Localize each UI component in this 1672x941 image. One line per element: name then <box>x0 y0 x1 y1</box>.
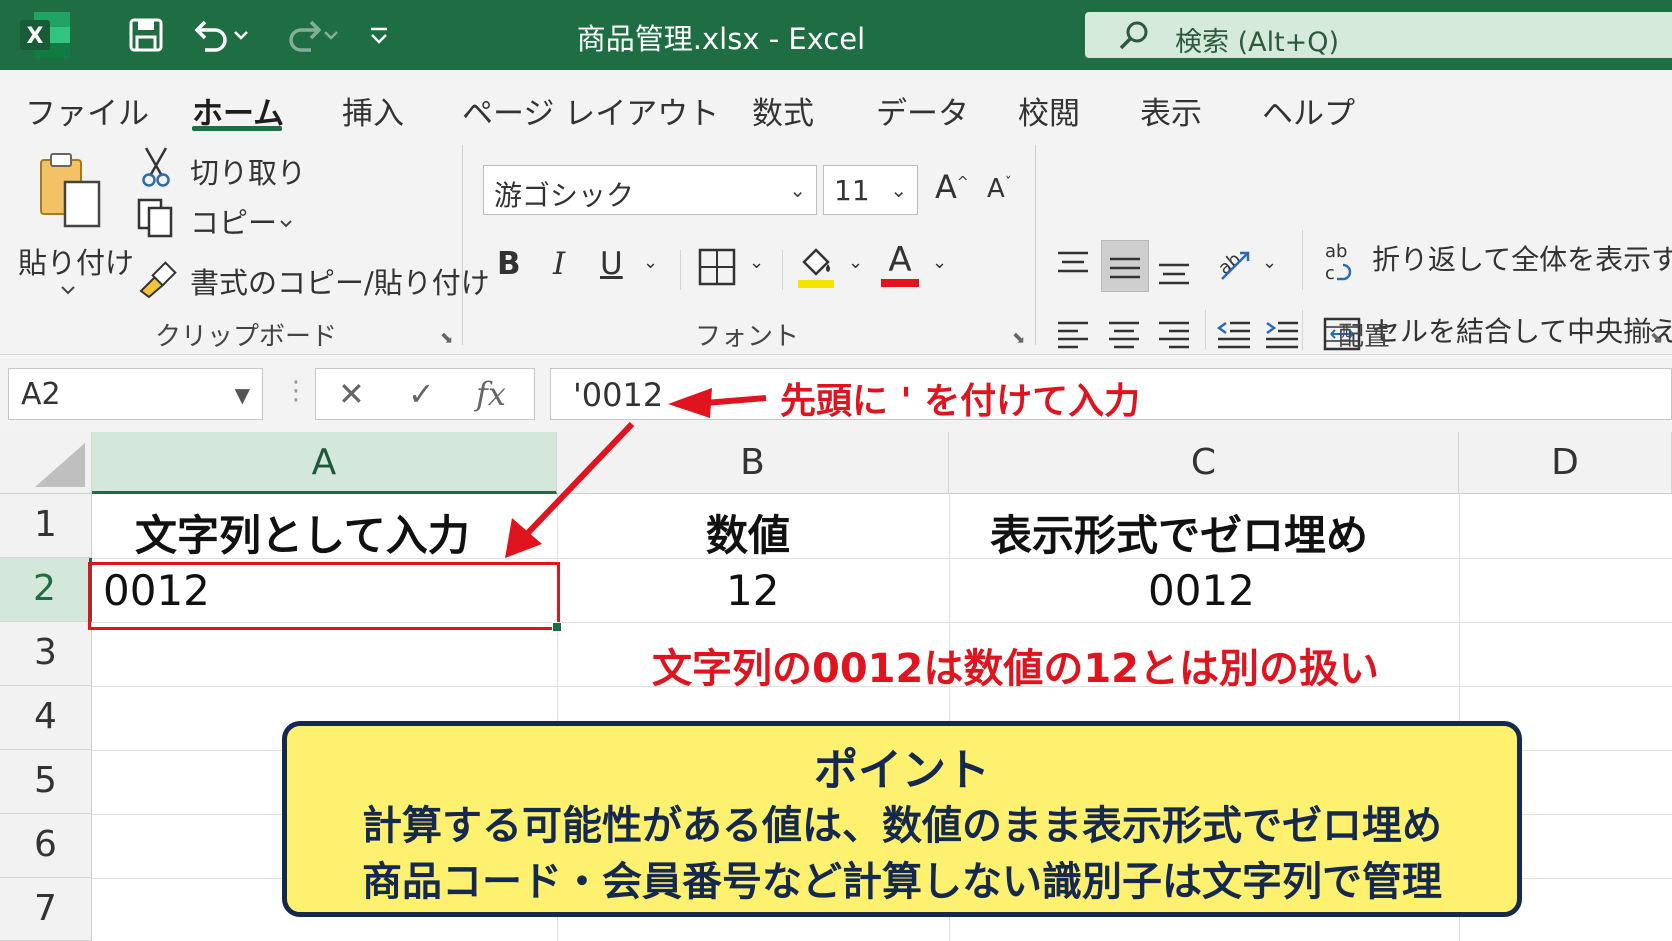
arrow-to-cell-icon <box>505 421 635 558</box>
point-title: ポイント <box>814 745 990 796</box>
point-callout: ポイント 計算する可能性がある値は、数値のまま表示形式でゼロ埋め 商品コード・会… <box>282 721 1522 917</box>
point-line-2: 商品コード・会員番号など計算しない識別子は文字列で管理 <box>362 859 1442 905</box>
arrow-to-formula-icon <box>668 388 767 418</box>
point-line-1: 計算する可能性がある値は、数値のまま表示形式でゼロ埋め <box>362 803 1442 849</box>
